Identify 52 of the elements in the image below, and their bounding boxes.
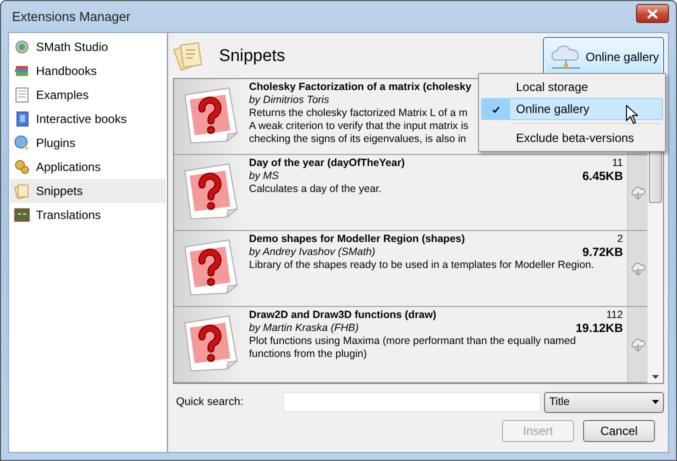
papers-icon [14, 183, 30, 199]
sidebar-item[interactable]: Plugins [10, 131, 166, 155]
install-count: 2 [616, 233, 623, 246]
gears-icon [14, 159, 30, 175]
description-line: Calculates a day of the year. [249, 183, 382, 196]
cancel-button[interactable]: Cancel [583, 420, 655, 442]
book-icon [14, 111, 30, 127]
sidebar-item[interactable]: Snippets [10, 179, 166, 203]
board-icon [14, 207, 30, 223]
description-line: A weak criterion to verify that the input matrix is [249, 120, 468, 133]
section-title: Snippets [219, 44, 286, 67]
description-line: Plot functions using Maxima (more performant than the equally named [249, 335, 576, 348]
sidebar-item[interactable]: SMath Studio [10, 35, 166, 59]
item-title: Day of the year (dayOfTheYear) [249, 157, 405, 170]
filter-dropdown[interactable]: Title [544, 392, 664, 412]
file-size: 19.12KB [576, 322, 623, 335]
item-author: by MS [249, 170, 279, 183]
caret-icon [652, 400, 659, 404]
description-line: checking the signs of its eigenvalues, is also in [249, 133, 466, 146]
item-author: by Martin Kraska (FHB) [249, 322, 359, 335]
gear-icon [14, 39, 30, 55]
sidebar-item[interactable]: Interactive books [10, 107, 166, 131]
search-label: Quick search: [175, 394, 244, 410]
sidebar-item[interactable]: Handbooks [10, 59, 166, 83]
install-count: 112 [605, 309, 623, 322]
description-line: Returns the cholesky factorized Matrix L of a m [249, 107, 468, 120]
search-field[interactable] [282, 392, 542, 412]
description-line: Library of the shapes ready to be used in a templates for Modeller Region. [249, 259, 594, 272]
file-size: 6.45KB [582, 170, 623, 183]
install-count: 11 [611, 157, 623, 170]
item-title: Cholesky Factorization of a matrix (cholesky [249, 81, 472, 94]
item-author: by Dimitrios Toris [249, 94, 330, 107]
globe-icon [14, 135, 30, 151]
menu-item[interactable]: Local storage [481, 76, 663, 98]
mouse-cursor-icon [626, 105, 638, 124]
books-icon [14, 63, 30, 79]
papers-icon [173, 40, 205, 72]
file-size: 9.72KB [582, 246, 623, 259]
menu-item[interactable]: Exclude beta-versions [481, 127, 663, 149]
description-line: functions from the plugin) [249, 348, 367, 361]
sidebar-item[interactable]: Examples [10, 83, 166, 107]
close-button[interactable] [636, 4, 669, 23]
item-title: Draw2D and Draw3D functions (draw) [249, 309, 436, 322]
document-icon [14, 87, 30, 103]
menu-item[interactable]: Online gallery [481, 98, 663, 120]
scroll-down-icon[interactable] [652, 375, 659, 379]
sidebar-item[interactable]: Translations [10, 203, 166, 227]
sidebar-item[interactable]: Applications [10, 155, 166, 179]
window-title: Extensions Manager [11, 8, 131, 26]
close-icon [647, 8, 658, 18]
item-author: by Andrey Ivashov (SMath) [249, 246, 376, 259]
item-title: Demo shapes for Modeller Region (shapes) [249, 233, 465, 246]
